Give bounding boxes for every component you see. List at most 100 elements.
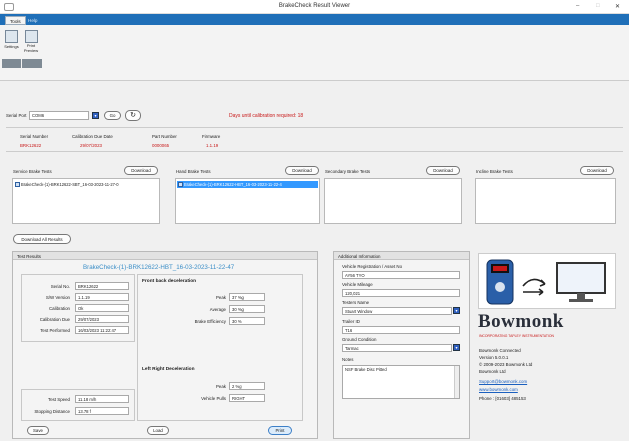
chevron-down-icon[interactable]: ▾ — [92, 112, 99, 119]
go-button[interactable]: Go — [104, 111, 121, 120]
download-hand-button[interactable]: Download — [285, 166, 319, 175]
ribbon-group-bar — [2, 59, 21, 68]
download-secondary-button[interactable]: Download — [426, 166, 460, 175]
peak-label: Peak — [215, 295, 226, 300]
registration-input[interactable]: AY56 TYO — [342, 271, 460, 279]
vehicle-pulls-field: RIGHT — [229, 394, 265, 402]
test-performed-label: Test Performed — [40, 328, 70, 333]
website-link[interactable]: www.bowmonk.com — [479, 387, 518, 392]
left-right-title: Left Right Deceleration — [142, 367, 195, 372]
notes-label: Notes — [342, 357, 354, 362]
brand-line: Bowmonk Ltd — [479, 369, 506, 374]
test-results-title: Test Results — [17, 253, 41, 259]
window-title: BrakeCheck Result Viewer — [278, 3, 351, 9]
title-bar: BrakeCheck Result Viewer – □ ✕ — [0, 0, 629, 14]
brake-efficiency-field: 30 % — [229, 317, 265, 325]
refresh-icon[interactable]: ↻ — [125, 110, 141, 121]
download-service-button[interactable]: Download — [124, 166, 158, 175]
tab-tools[interactable]: Tools — [5, 16, 26, 25]
calibration-due-field: 29/07/2023 — [75, 315, 129, 323]
speed-group: Test Speed 11.18 m/h Stopping Distance 1… — [21, 389, 135, 421]
firmware-header: Firmware — [202, 134, 221, 139]
device-info: Serial Number Calibration Due Date Part … — [6, 127, 623, 152]
ground-condition-select[interactable]: Tarmac — [342, 344, 452, 352]
service-item-label: BrakeCheck-(1)-BRK12622-SBT_16-03-2023-1… — [21, 182, 119, 187]
print-preview-button[interactable]: Print Preview — [22, 29, 40, 59]
lr-peak-label: Peak — [215, 384, 226, 389]
front-back-title: Front back deceleration — [142, 279, 197, 284]
additional-info-title: Additional Information — [338, 253, 381, 259]
ribbon-group-bar — [22, 59, 42, 68]
stopping-distance-label: Stopping Distance — [34, 409, 70, 414]
checkbox-icon[interactable] — [178, 182, 183, 188]
chevron-down-icon[interactable]: ▾ — [453, 307, 460, 314]
test-speed-field: 11.18 m/h — [75, 395, 129, 403]
mileage-label: Vehicle Mileage — [342, 282, 373, 287]
notes-scrollbar[interactable] — [454, 366, 459, 398]
checkbox-icon[interactable] — [15, 182, 20, 188]
serial-port-label: Serial Port — [6, 113, 27, 118]
lr-peak-field: 2 %g — [229, 382, 265, 390]
calibration-label: Calibration — [49, 306, 70, 311]
brand-line: Bowmonk Connected — [479, 348, 521, 353]
part-number-header: Part Number — [152, 134, 177, 139]
print-button[interactable]: Print — [268, 426, 292, 435]
settings-label: Settings — [4, 44, 19, 49]
list-item[interactable]: BrakeCheck-(1)-BRK12622-HBT_16-03-2023-1… — [177, 181, 318, 189]
download-incline-button[interactable]: Download — [580, 166, 614, 175]
hand-brake-list[interactable]: BrakeCheck-(1)-BRK12622-HBT_16-03-2023-1… — [175, 178, 320, 224]
list-item[interactable]: BrakeCheck-(1)-BRK12622-SBT_16-03-2023-1… — [15, 182, 119, 188]
tab-help[interactable]: Help — [24, 16, 41, 25]
device-info-group: Serial No. BRK12622 S/W Version 1.1.19 C… — [21, 274, 135, 342]
minimize-icon[interactable]: – — [576, 3, 579, 9]
support-email-link[interactable]: Support@bowmonk.com — [479, 379, 527, 384]
chevron-down-icon[interactable]: ▾ — [453, 344, 460, 351]
brake-efficiency-label: Brake Efficiency — [194, 319, 226, 324]
download-all-button[interactable]: Download All Results — [13, 234, 71, 244]
print-preview-label: Print Preview — [23, 43, 39, 53]
serial-no-field: BRK12622 — [75, 282, 129, 290]
vehicle-pulls-label: Vehicle Pulls — [201, 396, 226, 401]
incline-brake-list[interactable] — [475, 178, 616, 224]
serial-number-header: Serial Number — [20, 134, 49, 139]
print-preview-icon — [24, 30, 38, 43]
service-brake-list[interactable]: BrakeCheck-(1)-BRK12622-SBT_16-03-2023-1… — [12, 178, 160, 224]
trailer-id-input[interactable]: T16 — [342, 326, 460, 334]
calibration-field: Ok — [75, 304, 129, 312]
ribbon-tabs: Tools Help — [0, 14, 629, 25]
device-illustration — [478, 253, 616, 309]
close-icon[interactable]: ✕ — [615, 3, 620, 10]
load-button[interactable]: Load — [147, 426, 169, 435]
test-performed-field: 16/03/2023 11:22:47 — [75, 326, 129, 334]
calibration-message: Days until calibration required: 18 — [229, 113, 304, 119]
settings-button[interactable]: Settings — [3, 29, 20, 59]
serial-no-label: Serial No. — [50, 284, 70, 289]
service-brake-title: Service Brake Tests — [13, 169, 52, 174]
deceleration-group: Front back deceleration Peak 37 %g Avera… — [137, 274, 303, 421]
bowmonk-tagline: INCORPORATING TAPLEY INSTRUMENTATION — [479, 334, 554, 338]
hand-item-label: BrakeCheck-(1)-BRK12622-HBT_16-03-2023-1… — [184, 182, 282, 187]
serial-number-value: BRK12622 — [20, 143, 42, 148]
testers-name-label: Testers Name — [342, 300, 370, 305]
serial-port-select[interactable]: COM6 — [29, 111, 89, 120]
trailer-id-label: Trailer ID — [342, 319, 360, 324]
testers-name-select[interactable]: Stuart Window — [342, 307, 452, 315]
test-results-header: Test Results — [13, 252, 317, 260]
save-button[interactable]: Save — [27, 426, 49, 435]
secondary-brake-list[interactable] — [324, 178, 462, 224]
calibration-due-header: Calibration Due Date — [72, 134, 113, 139]
phone-number: Phone : [01603] 485153 — [479, 396, 526, 401]
mileage-input[interactable]: 120,021 — [342, 289, 460, 297]
average-field: 30 %g — [229, 305, 265, 313]
result-file-title: BrakeCheck-(1)-BRK12622-HBT_16-03-2023-1… — [83, 264, 235, 271]
stopping-distance-field: 13.78 f — [75, 407, 129, 415]
incline-brake-title: Incline Brake Tests — [476, 169, 513, 174]
calibration-due-value: 29/07/2023 — [80, 143, 102, 148]
hand-brake-title: Hand Brake Tests — [176, 169, 211, 174]
maximize-icon[interactable]: □ — [596, 3, 600, 9]
notes-textarea[interactable]: NSF Brake Disc Pitted — [342, 365, 460, 399]
calibration-due-label: Calibration Due — [39, 317, 70, 322]
brand-line: © 2009-2023 Bowmonk Ltd — [479, 362, 533, 367]
sw-version-label: S/W Version — [45, 295, 70, 300]
registration-label: Vehicle Registration / Asset No — [342, 264, 403, 269]
